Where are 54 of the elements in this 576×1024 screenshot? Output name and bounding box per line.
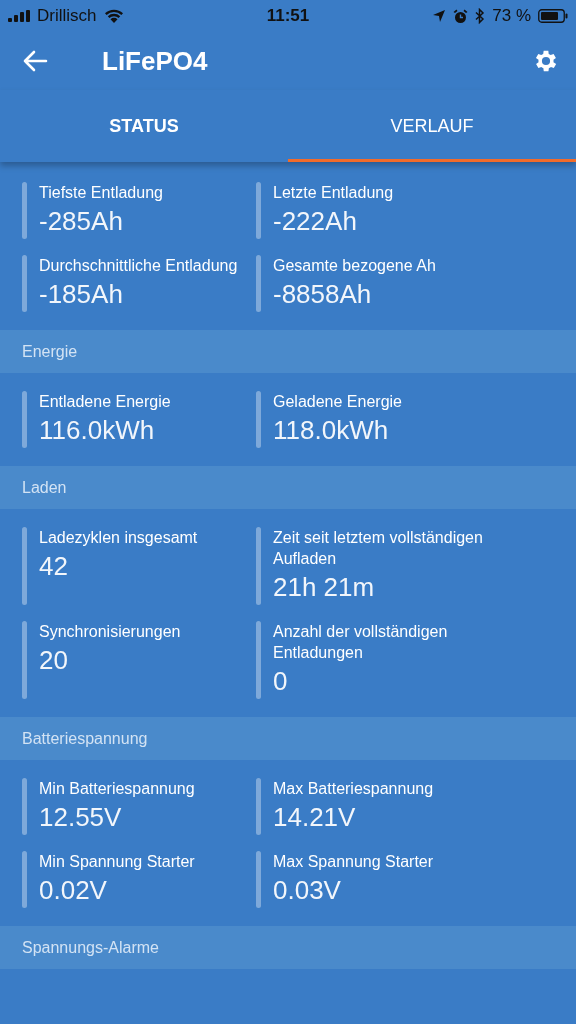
stat-value: 118.0kWh — [273, 414, 390, 447]
stat-label: Min Batteriespannung — [39, 779, 195, 799]
stat-value: 116.0kWh — [39, 414, 156, 447]
stat-label: Tiefste Entladung — [39, 183, 163, 203]
accent-bar — [256, 778, 261, 835]
stat-label: Gesamte bezogene Ah — [273, 256, 436, 276]
wifi-icon — [103, 9, 124, 23]
clock-time: 11:51 — [266, 6, 310, 26]
stat-label: Anzahl der vollständigen Entladungen — [273, 622, 449, 663]
stat-value: 12.55V — [39, 801, 123, 834]
stat-value: 14.21V — [273, 801, 357, 834]
accent-bar — [256, 851, 261, 908]
stat-value: -185Ah — [39, 278, 124, 311]
stat-label: Durchschnittliche Entladung — [39, 256, 238, 276]
stat-label: Max Batteriespannung — [273, 779, 434, 799]
accent-bar — [22, 182, 27, 239]
stat-label: Max Spannung Starter — [273, 852, 434, 872]
stat-value: 0.02V — [39, 874, 108, 907]
stat-value: -285Ah — [39, 205, 124, 238]
stat-value: 0 — [273, 665, 289, 698]
accent-bar — [256, 255, 261, 312]
tab[interactable]: VERLAUF — [288, 90, 576, 162]
stat-value: -8858Ah — [273, 278, 373, 311]
section-header: Energie — [0, 330, 576, 373]
section-header: Spannungs-Alarme — [0, 926, 576, 969]
location-icon — [432, 9, 447, 23]
alarm-icon — [453, 8, 469, 24]
carrier-name: Drillisch — [37, 6, 97, 26]
stat-label: Synchronisierungen — [39, 622, 181, 642]
stat-label: Ladezyklen insgesamt — [39, 528, 198, 548]
page-title: LiFePO4 — [102, 45, 209, 77]
stat-value: 0.03V — [273, 874, 342, 907]
stat-value: 42 — [39, 550, 69, 583]
stat-value: 20 — [39, 644, 69, 677]
battery-percent: 73 % — [492, 6, 531, 26]
accent-bar — [256, 391, 261, 448]
stat-label: Geladene Energie — [273, 392, 402, 412]
bluetooth-icon — [475, 8, 486, 24]
section-header: Batteriespannung — [0, 717, 576, 760]
battery-icon — [538, 9, 568, 23]
section-header: Laden — [0, 466, 576, 509]
accent-bar — [256, 182, 261, 239]
stat-label: Letzte Entladung — [273, 183, 394, 203]
stat-label: Entladene Energie — [39, 392, 171, 412]
stat-value: -222Ah — [273, 205, 358, 238]
signal-icon — [8, 10, 30, 22]
accent-bar — [22, 851, 27, 908]
stat-label: Zeit seit letztem vollständigen Aufladen — [273, 528, 483, 569]
accent-bar — [22, 391, 27, 448]
accent-bar — [22, 778, 27, 835]
stat-value: 21h 21m — [273, 571, 376, 604]
accent-bar — [22, 255, 27, 312]
stat-label: Min Spannung Starter — [39, 852, 195, 872]
tab[interactable]: STATUS — [0, 90, 288, 162]
